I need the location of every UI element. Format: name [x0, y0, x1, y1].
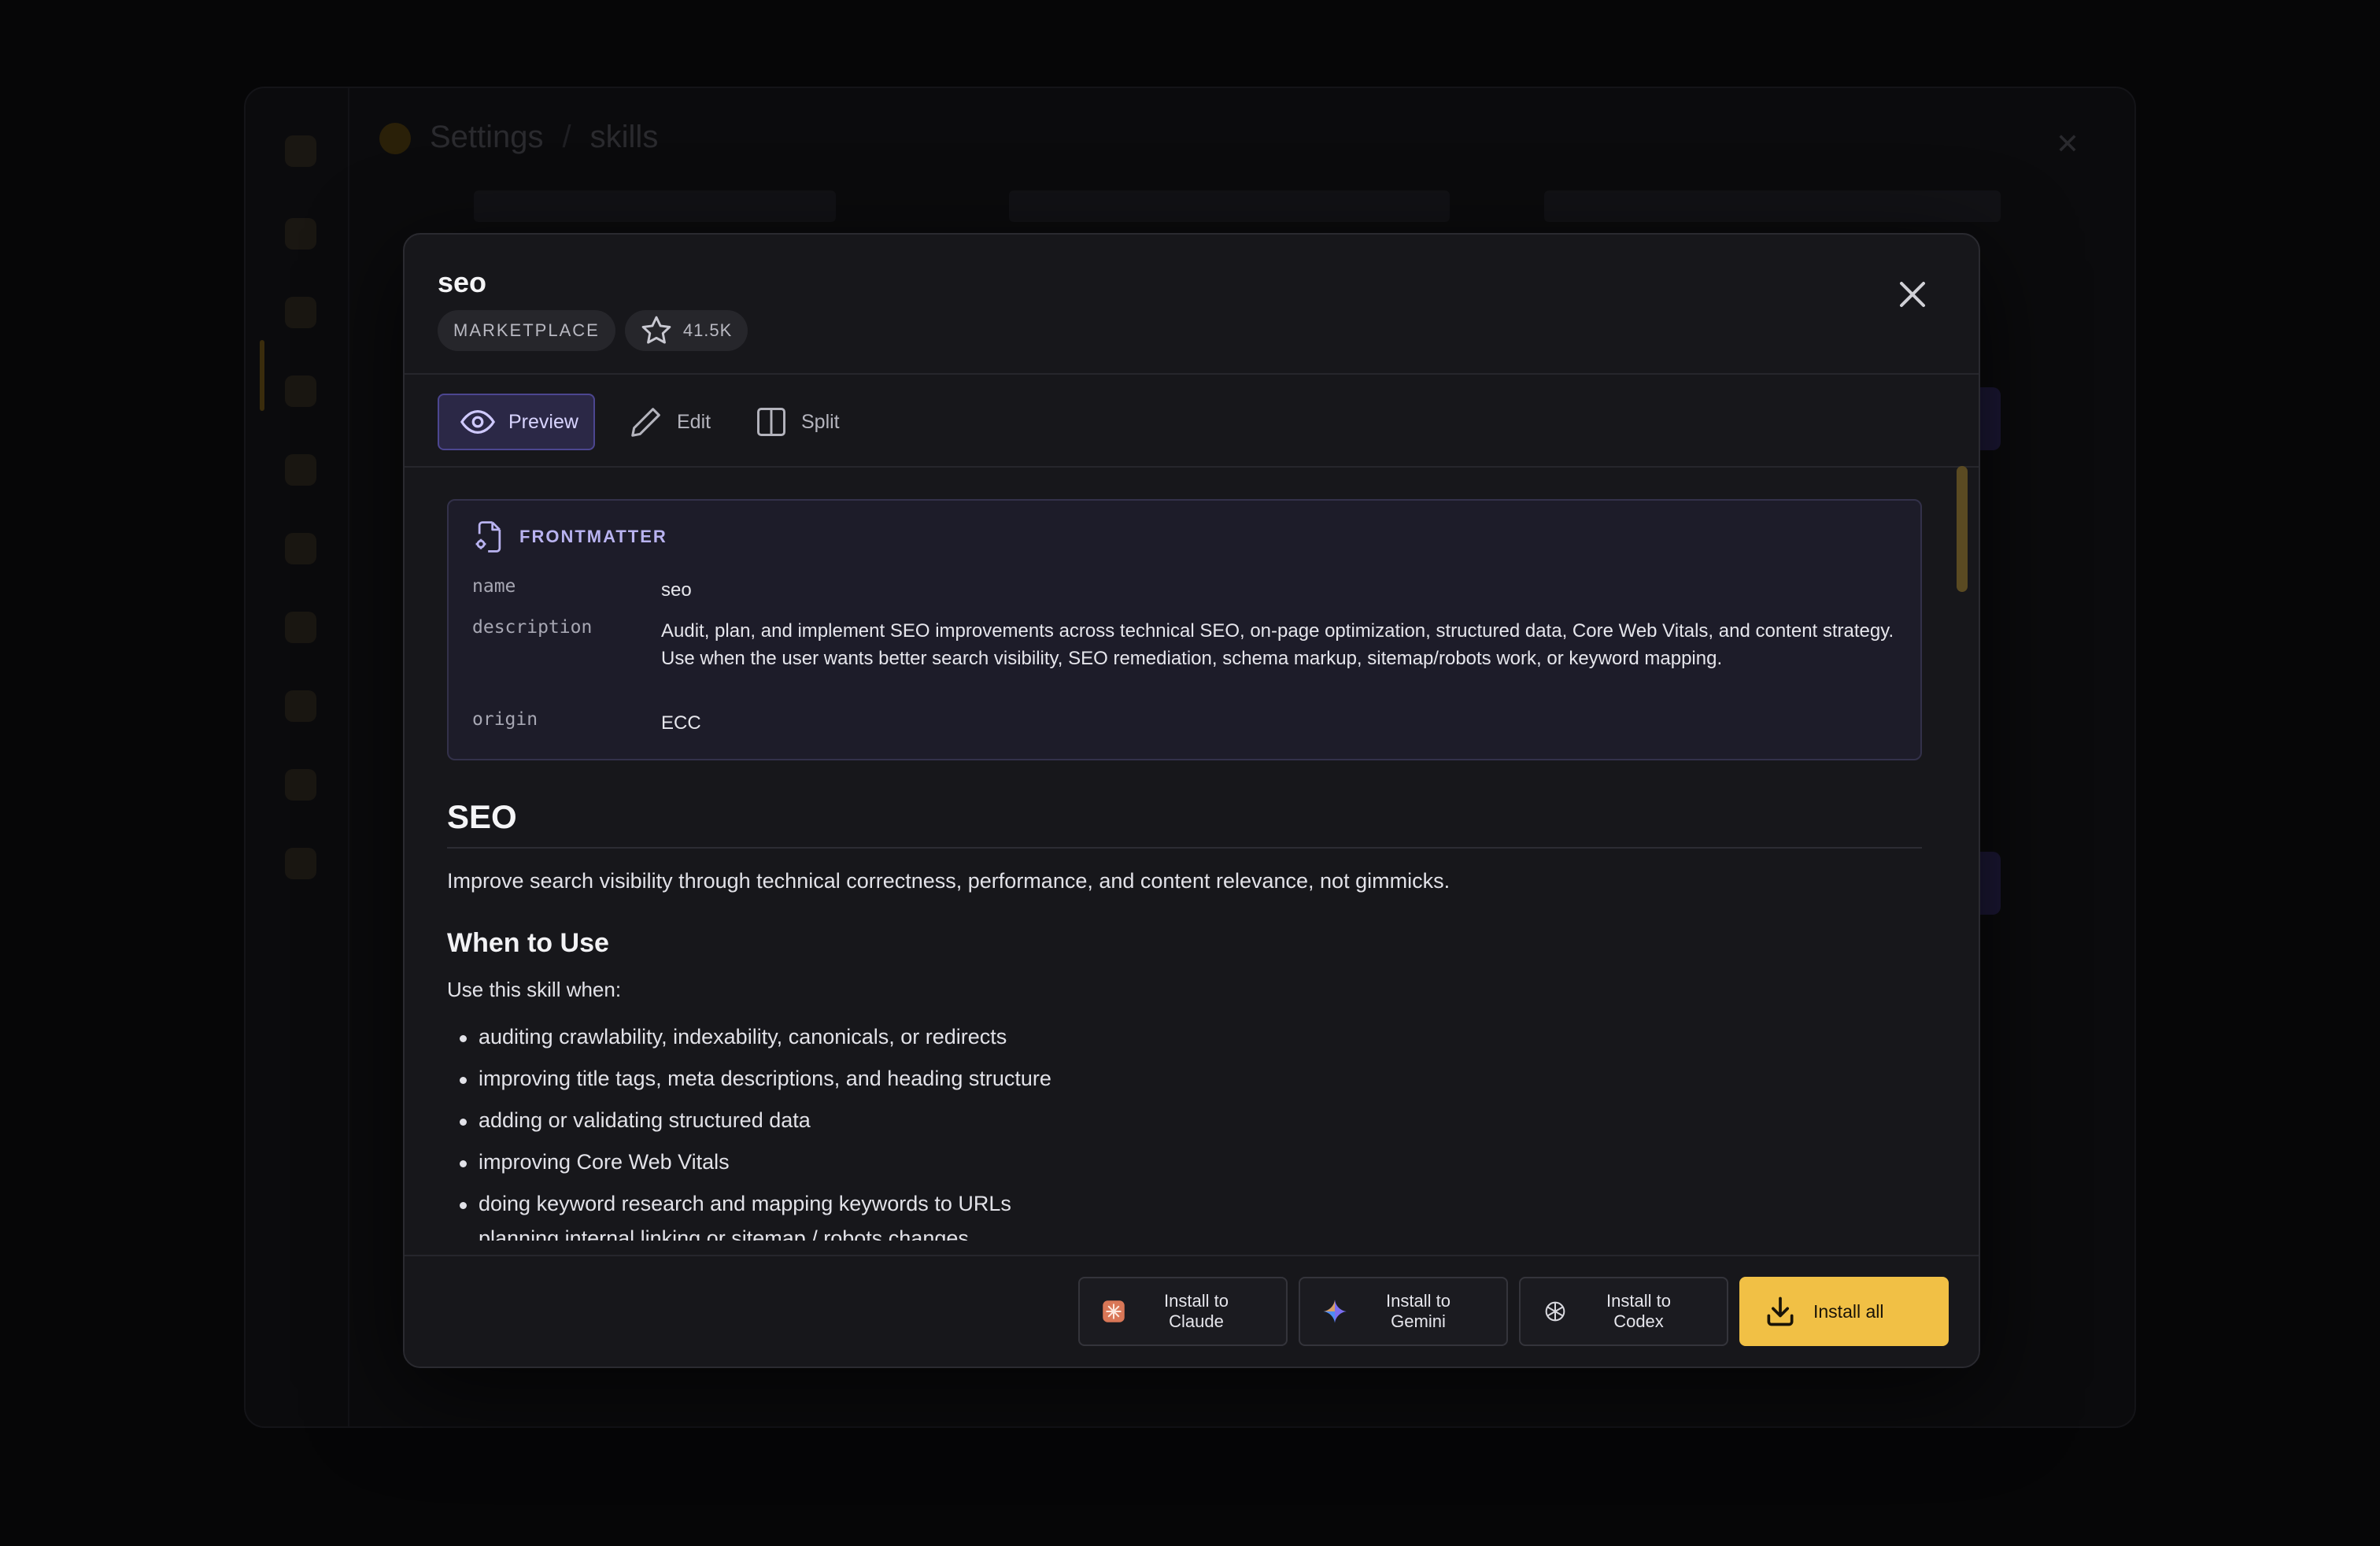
frontmatter-row-name: name seo	[472, 576, 1897, 604]
source-badge: MARKETPLACE	[438, 310, 615, 351]
frontmatter-header: FRONTMATTER	[472, 520, 667, 554]
close-icon[interactable]	[1894, 276, 1931, 313]
source-badge-label: MARKETPLACE	[453, 320, 600, 340]
doc-bullet-list: auditing crawlability, indexability, can…	[447, 1016, 1922, 1241]
install-claude-button[interactable]: Install to Claude	[1078, 1277, 1288, 1346]
frontmatter-key: origin	[472, 709, 538, 730]
skill-detail-modal: seo MARKETPLACE 41.5K Preview Edit Split…	[403, 233, 1980, 1368]
background-breadcrumb: Settings / skills	[379, 120, 658, 155]
install-codex-button[interactable]: Install to Codex	[1519, 1277, 1728, 1346]
tab-split-label: Split	[801, 410, 840, 433]
rail-logo-icon	[285, 135, 316, 167]
doc-heading-2: When to Use	[447, 928, 609, 958]
list-item: auditing crawlability, indexability, can…	[447, 1016, 1922, 1058]
stars-count: 41.5K	[682, 320, 733, 340]
list-item: improving Core Web Vitals	[447, 1141, 1922, 1183]
frontmatter-heading: FRONTMATTER	[519, 527, 667, 546]
stars-badge: 41.5K	[624, 310, 748, 351]
modal-badges: MARKETPLACE 41.5K	[438, 310, 748, 351]
modal-title: seo	[438, 266, 487, 298]
install-all-label: Install all	[1813, 1301, 1884, 1322]
frontmatter-key: name	[472, 576, 516, 597]
frontmatter-value: Audit, plan, and implement SEO improveme…	[661, 620, 1894, 669]
doc-intro-paragraph: Improve search visibility through techni…	[447, 869, 1451, 893]
rail-active-indicator	[260, 340, 264, 411]
list-item: adding or validating structured data	[447, 1100, 1922, 1141]
rail-chat-icon	[285, 297, 316, 328]
background-nav-rail	[246, 88, 349, 1426]
background-close-icon: ✕	[2055, 128, 2079, 160]
doc-heading-1: SEO	[447, 798, 1922, 849]
eye-icon	[460, 409, 496, 435]
frontmatter-row-description: description Audit, plan, and implement S…	[472, 617, 1897, 672]
rail-alert-icon	[285, 612, 316, 643]
breadcrumb-current: skills	[589, 120, 659, 154]
pencil-icon	[631, 408, 660, 437]
modal-header: seo MARKETPLACE 41.5K	[405, 235, 1979, 375]
rail-skills-icon	[285, 375, 316, 407]
frontmatter-row-origin: origin ECC	[472, 709, 1897, 737]
rail-home-icon	[285, 218, 316, 250]
rail-terminal-icon	[285, 848, 316, 879]
frontmatter-value: ECC	[661, 712, 701, 734]
openai-icon	[1545, 1301, 1565, 1322]
file-settings-icon	[475, 521, 501, 553]
gemini-icon	[1323, 1300, 1347, 1323]
tab-split[interactable]: Split	[734, 394, 859, 450]
claude-icon	[1103, 1300, 1125, 1322]
markdown-preview: SEO Improve search visibility through te…	[447, 798, 1922, 1241]
modal-footer: Install to Claude Install to Gemini Inst…	[405, 1255, 1979, 1367]
install-gemini-label: Install to Gemini	[1386, 1291, 1451, 1331]
background-card	[1544, 190, 2001, 222]
list-item: planning internal linking or sitemap / r…	[447, 1225, 1922, 1241]
rail-settings-icon	[285, 769, 316, 801]
settings-icon	[379, 123, 411, 155]
tab-preview-label: Preview	[508, 410, 578, 433]
breadcrumb-root: Settings	[430, 120, 544, 154]
install-gemini-button[interactable]: Install to Gemini	[1299, 1277, 1508, 1346]
scrollbar-thumb[interactable]	[1957, 466, 1968, 592]
background-card	[474, 190, 836, 222]
install-all-button[interactable]: Install all	[1739, 1277, 1949, 1346]
background-card	[1009, 190, 1450, 222]
download-icon	[1767, 1296, 1794, 1326]
frontmatter-key: description	[472, 617, 593, 638]
frontmatter-value: seo	[661, 579, 692, 601]
list-item: improving title tags, meta descriptions,…	[447, 1058, 1922, 1100]
install-claude-label: Install to Claude	[1164, 1291, 1229, 1331]
rail-grid-icon	[285, 454, 316, 486]
tab-preview[interactable]: Preview	[438, 394, 595, 450]
tab-edit-label: Edit	[677, 410, 711, 433]
view-mode-tabs: Preview Edit Split	[405, 375, 1979, 468]
rail-folder-icon	[285, 533, 316, 564]
install-codex-label: Install to Codex	[1606, 1291, 1671, 1331]
star-icon	[641, 316, 671, 344]
split-icon	[757, 408, 785, 436]
frontmatter-panel: FRONTMATTER name seo description Audit, …	[447, 499, 1922, 760]
list-item: doing keyword research and mapping keywo…	[447, 1183, 1922, 1225]
tab-edit[interactable]: Edit	[608, 394, 726, 450]
rail-star-icon	[285, 690, 316, 722]
doc-lead-paragraph: Use this skill when:	[447, 978, 622, 1001]
